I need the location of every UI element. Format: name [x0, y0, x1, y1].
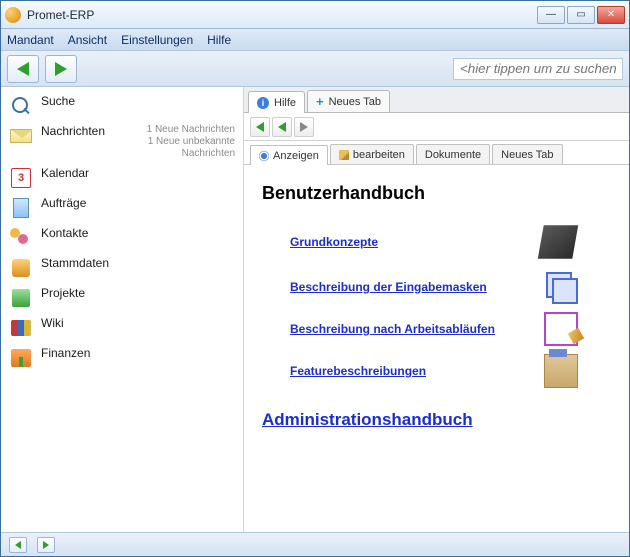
link-administrationshandbuch[interactable]: Administrationshandbuch	[262, 410, 611, 430]
content-area: Benutzerhandbuch Grundkonzepte Beschreib…	[244, 165, 629, 532]
content-row: Featurebeschreibungen	[262, 350, 582, 392]
sidebar-item-stammdaten[interactable]: Stammdaten	[3, 253, 241, 283]
calendar-icon: 3	[9, 166, 33, 190]
link-features[interactable]: Featurebeschreibungen	[290, 364, 426, 378]
sub-toolbar	[244, 113, 629, 141]
maximize-button[interactable]: ▭	[567, 6, 595, 24]
search-icon	[9, 94, 33, 118]
search-input[interactable]	[453, 58, 623, 80]
tab-label: Dokumente	[425, 149, 481, 161]
link-grundkonzepte[interactable]: Grundkonzepte	[290, 235, 378, 249]
titlebar: Promet-ERP — ▭ ✕	[1, 1, 629, 29]
message-count-label: 1 Neue Nachrichten	[113, 124, 235, 136]
sidebar-item-finanzen[interactable]: Finanzen	[3, 343, 241, 373]
menu-mandant[interactable]: Mandant	[7, 33, 54, 47]
sidebar-item-label: Suche	[41, 94, 75, 108]
sidebar-item-label: Projekte	[41, 286, 85, 300]
sidebar-item-nachrichten[interactable]: Nachrichten 1 Neue Nachrichten 1 Neue un…	[3, 121, 241, 163]
tab-hilfe[interactable]: i Hilfe	[248, 91, 305, 113]
link-eingabemasken[interactable]: Beschreibung der Eingabemasken	[290, 280, 487, 294]
link-arbeitsablaeufe[interactable]: Beschreibung nach Arbeitsabläufen	[290, 322, 495, 336]
content-heading: Benutzerhandbuch	[262, 183, 611, 204]
tab-label: Neues Tab	[329, 96, 381, 108]
finance-icon	[9, 346, 33, 370]
sidebar-item-projekte[interactable]: Projekte	[3, 283, 241, 313]
inner-tabs: Anzeigen bearbeiten Dokumente Neues Tab	[244, 141, 629, 165]
nav-first-button[interactable]	[250, 117, 270, 137]
toolbar	[1, 51, 629, 87]
package-icon	[544, 354, 578, 388]
arrow-left-icon	[256, 122, 264, 132]
menu-hilfe[interactable]: Hilfe	[207, 33, 231, 47]
unknown-message-count-label: 1 Neue unbekannte Nachrichten	[113, 136, 235, 160]
menu-einstellungen[interactable]: Einstellungen	[121, 33, 193, 47]
sidebar-item-label: Aufträge	[41, 196, 86, 210]
sidebar-item-label: Kalendar	[41, 166, 89, 180]
menu-ansicht[interactable]: Ansicht	[68, 33, 107, 47]
tab-label: Anzeigen	[273, 150, 319, 162]
contacts-icon	[9, 226, 33, 250]
sidebar-item-label: Stammdaten	[41, 256, 109, 270]
masterdata-icon	[9, 256, 33, 280]
sidebar-item-wiki[interactable]: Wiki	[3, 313, 241, 343]
arrow-right-icon	[43, 541, 49, 549]
tab-label: bearbeiten	[353, 149, 405, 161]
tab-neues-inner[interactable]: Neues Tab	[492, 144, 562, 164]
note-pencil-icon	[544, 312, 578, 346]
tab-label: Hilfe	[274, 97, 296, 109]
sidebar-item-label: Nachrichten	[41, 124, 105, 138]
stack-icon	[544, 270, 578, 304]
tab-label: Neues Tab	[501, 149, 553, 161]
arrow-right-icon	[300, 122, 308, 132]
content-row: Beschreibung nach Arbeitsabläufen	[262, 308, 582, 350]
tab-dokumente[interactable]: Dokumente	[416, 144, 490, 164]
content-row: Grundkonzepte	[262, 218, 582, 266]
info-icon: i	[257, 97, 269, 109]
right-pane: i Hilfe + Neues Tab Anzeigen	[244, 87, 629, 532]
pencil-icon	[339, 150, 349, 160]
sidebar-item-kalendar[interactable]: 3 Kalendar	[3, 163, 241, 193]
window-title: Promet-ERP	[27, 8, 537, 22]
nav-forward-button[interactable]	[294, 117, 314, 137]
close-button[interactable]: ✕	[597, 6, 625, 24]
back-button[interactable]	[7, 55, 39, 83]
body: Suche Nachrichten 1 Neue Nachrichten 1 N…	[1, 87, 629, 532]
content-row: Beschreibung der Eingabemasken	[262, 266, 582, 308]
sidebar-item-auftraege[interactable]: Aufträge	[3, 193, 241, 223]
back-arrow-icon	[17, 62, 29, 76]
sidebar-item-label: Finanzen	[41, 346, 90, 360]
wiki-icon	[9, 316, 33, 340]
sidebar-item-label: Wiki	[41, 316, 64, 330]
statusbar	[1, 532, 629, 556]
tab-bearbeiten[interactable]: bearbeiten	[330, 144, 414, 164]
arrow-left-icon	[15, 541, 21, 549]
orders-icon	[9, 196, 33, 220]
forward-button[interactable]	[45, 55, 77, 83]
forward-arrow-icon	[55, 62, 67, 76]
nav-back-button[interactable]	[272, 117, 292, 137]
window: Promet-ERP — ▭ ✕ Mandant Ansicht Einstel…	[0, 0, 630, 557]
plus-icon: +	[316, 96, 324, 108]
app-icon	[5, 7, 21, 23]
tab-anzeigen[interactable]: Anzeigen	[250, 145, 328, 165]
sidebar: Suche Nachrichten 1 Neue Nachrichten 1 N…	[1, 87, 244, 532]
cube-icon	[538, 225, 578, 258]
outer-tabs: i Hilfe + Neues Tab	[244, 87, 629, 113]
tab-neues[interactable]: + Neues Tab	[307, 90, 390, 112]
menubar: Mandant Ansicht Einstellungen Hilfe	[1, 29, 629, 51]
sidebar-item-kontakte[interactable]: Kontakte	[3, 223, 241, 253]
sidebar-item-label: Kontakte	[41, 226, 88, 240]
projects-icon	[9, 286, 33, 310]
status-back-button[interactable]	[9, 537, 27, 553]
status-forward-button[interactable]	[37, 537, 55, 553]
eye-icon	[259, 151, 269, 161]
mail-icon	[9, 124, 33, 148]
sidebar-item-suche[interactable]: Suche	[3, 91, 241, 121]
arrow-left-icon	[278, 122, 286, 132]
minimize-button[interactable]: —	[537, 6, 565, 24]
